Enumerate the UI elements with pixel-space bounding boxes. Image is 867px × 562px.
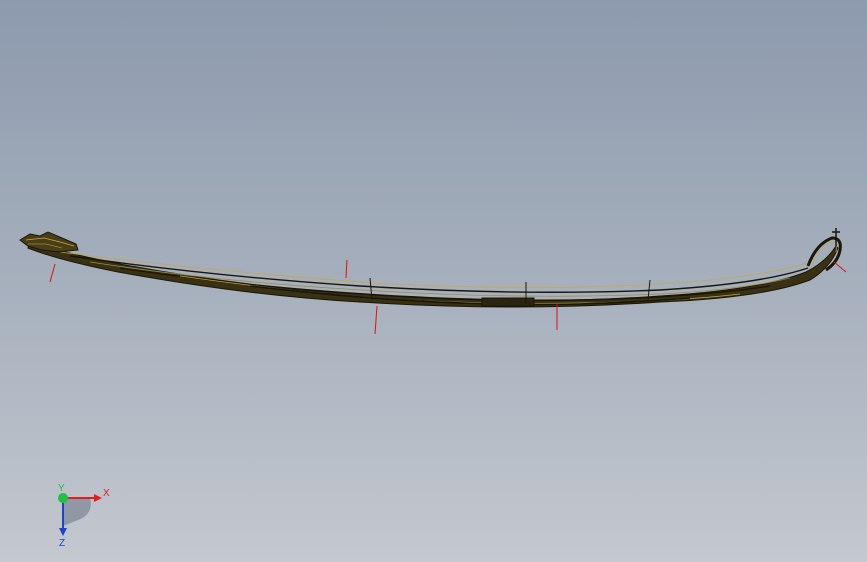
reference-line[interactable]: [833, 261, 847, 273]
z-axis-arrowhead: [59, 528, 67, 536]
x-axis-arrowhead: [94, 494, 102, 502]
reference-line[interactable]: [345, 259, 348, 279]
model-view[interactable]: [0, 0, 867, 562]
y-axis-label: Y: [58, 483, 65, 494]
reference-line[interactable]: [49, 263, 56, 283]
graphics-viewport[interactable]: X Y Z: [0, 0, 867, 562]
y-axis-dot: [58, 493, 68, 503]
z-axis-label: Z: [59, 538, 65, 548]
leaf-spring-model[interactable]: [19, 228, 842, 308]
reference-line[interactable]: [374, 305, 378, 335]
reference-triad: X Y Z: [58, 483, 110, 548]
triad-shade: [63, 498, 91, 526]
x-axis-label: X: [103, 488, 110, 499]
left-spring-eye[interactable]: [19, 231, 79, 253]
